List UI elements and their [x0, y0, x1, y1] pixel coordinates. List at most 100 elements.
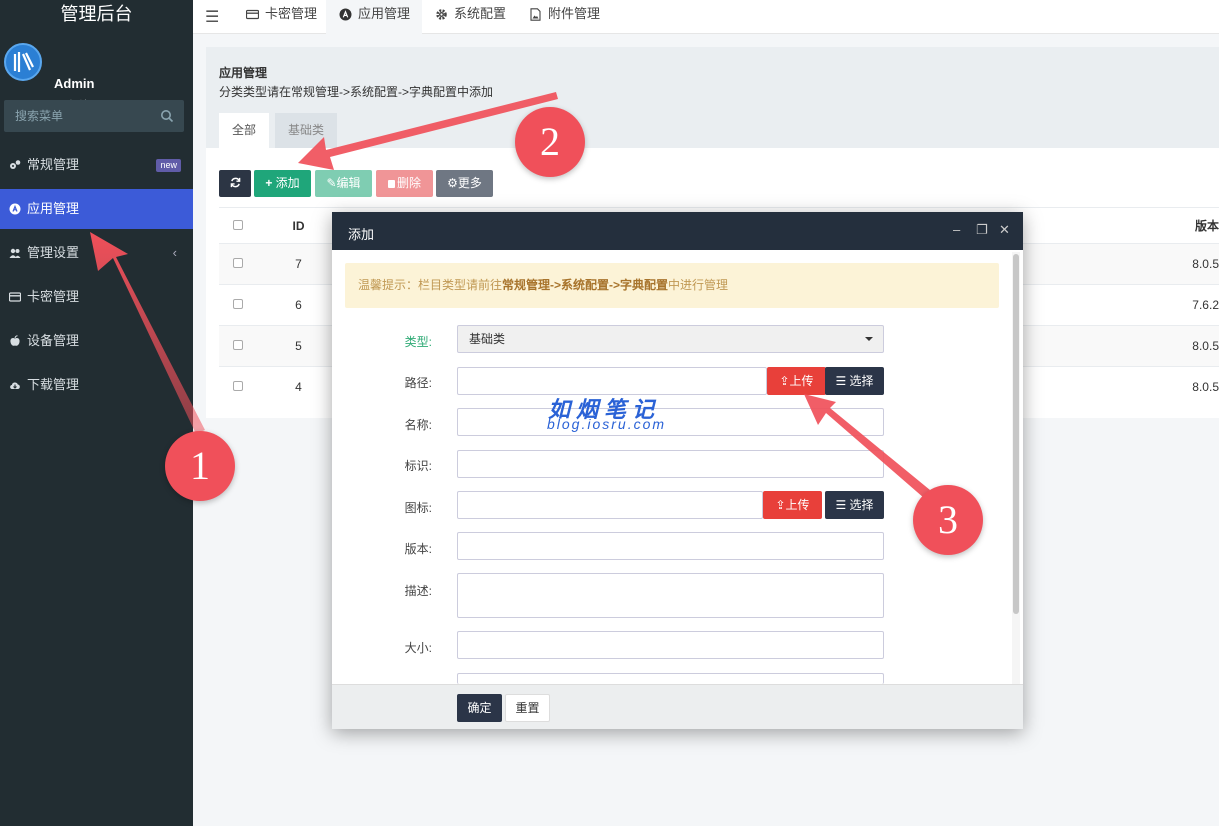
- sidebar-item-devices[interactable]: 设备管理: [0, 321, 193, 361]
- sidebar-item-downloads[interactable]: 下载管理: [0, 365, 193, 405]
- gear-icon: ⚙: [447, 176, 458, 190]
- tab-attachments[interactable]: 附件管理: [516, 0, 612, 34]
- brand-title[interactable]: 管理后台: [0, 0, 193, 30]
- row-version: 7.6.2: [1133, 284, 1219, 326]
- row-version: 8.0.5: [1133, 243, 1219, 285]
- more-button-label: 更多: [457, 176, 482, 190]
- delete-button[interactable]: 删除: [376, 170, 433, 197]
- path-select-button[interactable]: ☰ 选择: [825, 367, 884, 395]
- desc-textarea[interactable]: [457, 573, 884, 618]
- menu-search: [4, 100, 184, 132]
- annotation-marker-3: 3: [913, 485, 983, 555]
- sidebar-item-admin-settings[interactable]: 管理设置 ‹: [0, 233, 193, 273]
- maximize-icon[interactable]: ❐: [976, 222, 988, 238]
- scrollbar-thumb[interactable]: [1013, 254, 1019, 614]
- avatar[interactable]: [4, 43, 42, 81]
- refresh-button[interactable]: [219, 170, 251, 197]
- upload-icon: ⇪: [779, 374, 790, 388]
- path-upload-button[interactable]: ⇪上传: [767, 367, 826, 395]
- path-input[interactable]: [457, 367, 767, 395]
- edit-button-label: 编辑: [336, 176, 361, 190]
- version-input[interactable]: [457, 532, 884, 560]
- icon-input[interactable]: [457, 491, 763, 519]
- more-button[interactable]: ⚙更多: [436, 170, 493, 197]
- type-select[interactable]: 基础类: [457, 325, 884, 353]
- row-checkbox-cell: [219, 243, 257, 285]
- icon-select-button[interactable]: ☰ 选择: [825, 491, 884, 519]
- select-all-cell: [219, 207, 257, 244]
- gear-icon: [436, 9, 447, 20]
- tab-cards[interactable]: 卡密管理: [233, 0, 329, 34]
- select-all-checkbox[interactable]: [233, 219, 243, 230]
- refresh-icon: [230, 177, 240, 188]
- row-checkbox-cell: [219, 284, 257, 326]
- annotation-marker-2: 2: [515, 107, 585, 177]
- column-header-version[interactable]: 版本: [1133, 207, 1219, 244]
- dialog-footer: 确定 重置: [332, 684, 1023, 729]
- name-input[interactable]: [457, 408, 884, 436]
- panel-header: 应用管理 分类类型请在常规管理->系统配置->字典配置中添加 全部 基础类: [206, 47, 1219, 148]
- row-version: 8.0.5: [1133, 325, 1219, 367]
- app-store-icon: [339, 8, 352, 21]
- sidebar-menu: 常规管理 new 应用管理 管理设置 ‹ 卡密管理 设备管理 下载管理: [0, 145, 193, 409]
- tab-label: 系统配置: [454, 6, 507, 21]
- row-id: 4: [257, 366, 340, 408]
- sidebar-item-label: 常规管理: [27, 157, 80, 172]
- tab-system-config[interactable]: 系统配置: [422, 0, 518, 34]
- sidebar-item-cards[interactable]: 卡密管理: [0, 277, 193, 317]
- size-input[interactable]: [457, 631, 884, 659]
- search-icon[interactable]: [160, 109, 174, 123]
- edit-button[interactable]: ✎编辑: [315, 170, 372, 197]
- icon-label: 图标:: [404, 501, 432, 515]
- sidebar-item-general[interactable]: 常规管理 new: [0, 145, 193, 185]
- add-button[interactable]: + 添加: [254, 170, 311, 197]
- sidebar-item-label: 卡密管理: [27, 289, 80, 304]
- name-label: 名称:: [404, 418, 432, 432]
- chevron-left-icon[interactable]: ‹: [173, 233, 177, 273]
- ident-input[interactable]: [457, 450, 884, 478]
- tab-all[interactable]: 全部: [219, 113, 270, 148]
- trash-icon: [387, 180, 395, 188]
- caret-down-icon: [865, 337, 873, 341]
- tab-apps[interactable]: 应用管理: [326, 0, 423, 34]
- tab-label: 卡密管理: [265, 6, 318, 21]
- upload-label: 上传: [789, 374, 814, 388]
- row-checkbox[interactable]: [233, 381, 243, 392]
- close-icon[interactable]: ✕: [999, 222, 1010, 238]
- file-image-icon: [530, 8, 541, 21]
- row-checkbox-cell: [219, 325, 257, 367]
- cogs-icon: [10, 160, 21, 169]
- list-icon: ☰: [835, 498, 847, 512]
- type-select-value: 基础类: [469, 332, 506, 346]
- sidebar-item-label: 管理设置: [27, 245, 80, 260]
- app-store-icon: [9, 203, 21, 215]
- menu-toggle-icon[interactable]: ☰: [205, 7, 219, 27]
- row-id: 7: [257, 243, 340, 285]
- sidebar-item-apps[interactable]: 应用管理: [0, 189, 193, 229]
- row-id: 6: [257, 284, 340, 326]
- partial-input[interactable]: [457, 673, 884, 684]
- confirm-button[interactable]: 确定: [457, 694, 502, 722]
- row-id: 5: [257, 325, 340, 367]
- dialog-header: 添加 – ❐ ✕: [332, 212, 1023, 250]
- tab-label: 附件管理: [548, 6, 601, 21]
- user-name: Admin: [54, 76, 95, 91]
- select-label: 选择: [849, 374, 874, 388]
- plus-icon: +: [265, 176, 273, 190]
- row-checkbox[interactable]: [233, 299, 243, 309]
- minimize-icon[interactable]: –: [953, 222, 960, 237]
- row-checkbox[interactable]: [233, 258, 243, 268]
- reset-button[interactable]: 重置: [505, 694, 550, 722]
- size-label: 大小:: [404, 641, 432, 655]
- pencil-icon: ✎: [326, 176, 337, 190]
- dialog-scrollbar[interactable]: [1012, 252, 1020, 684]
- menu-search-input[interactable]: [4, 100, 154, 132]
- row-version: 8.0.5: [1133, 366, 1219, 408]
- credit-card-icon: [246, 9, 259, 20]
- row-checkbox[interactable]: [233, 340, 243, 350]
- column-header-id[interactable]: ID: [257, 207, 340, 244]
- credit-card-icon: [9, 292, 21, 302]
- path-label: 路径:: [404, 376, 432, 390]
- icon-upload-button[interactable]: ⇪上传: [763, 491, 822, 519]
- tab-basic[interactable]: 基础类: [275, 113, 338, 148]
